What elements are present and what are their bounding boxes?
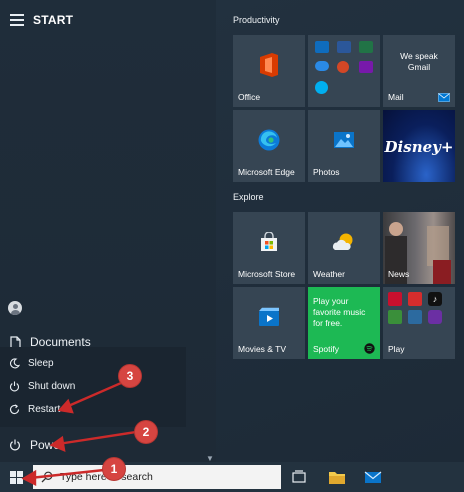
moon-icon (9, 357, 20, 368)
group-title-explore: Explore (233, 192, 264, 202)
skype-icon (315, 81, 328, 94)
powerpoint-icon (337, 61, 349, 73)
mail-promo-text: We speak Gmail (400, 51, 438, 72)
mail-tile[interactable]: We speak Gmail Mail (383, 35, 455, 107)
hamburger-menu-icon[interactable] (10, 14, 24, 26)
weather-label: Weather (313, 269, 345, 279)
news-label: News (388, 269, 410, 279)
office-label: Office (238, 92, 261, 102)
user-account-button[interactable] (0, 298, 216, 318)
movies-tv-tile[interactable]: Movies & TV (233, 287, 305, 359)
edge-tile[interactable]: Microsoft Edge (233, 110, 305, 182)
mail-label: Mail (388, 92, 404, 102)
photos-icon (334, 132, 354, 149)
game-icon-4 (388, 310, 402, 324)
excel-icon (359, 41, 373, 53)
power-icon (9, 381, 19, 391)
group-title-productivity: Productivity (233, 15, 280, 25)
spotify-logo-icon (364, 343, 375, 354)
office-icon (260, 53, 278, 78)
start-button[interactable] (0, 462, 32, 492)
restart-label: Restart (28, 403, 61, 415)
play-label: Play (388, 344, 405, 354)
onedrive-icon (315, 61, 329, 71)
play-folder-tile[interactable]: ♪ Play (383, 287, 455, 359)
shut-down-button[interactable]: Shut down (0, 376, 186, 396)
restart-button[interactable]: Restart (0, 399, 186, 419)
office-apps-folder-tile[interactable] (308, 35, 380, 107)
sleep-label: Sleep (28, 357, 54, 369)
spotify-label: Spotify (313, 344, 339, 354)
movies-tv-label: Movies & TV (238, 344, 287, 354)
shut-down-label: Shut down (28, 380, 76, 392)
photos-label: Photos (313, 167, 340, 177)
file-explorer-icon[interactable] (328, 468, 346, 486)
spotify-tile[interactable]: Play your favorite music for free. Spoti… (308, 287, 380, 359)
photos-tile[interactable]: Photos (308, 110, 380, 182)
restart-icon (9, 403, 19, 414)
power-flyout-menu: Sleep Shut down Restart (0, 347, 186, 427)
weather-tile[interactable]: Weather (308, 212, 380, 284)
spotify-promo-text: Play your favorite music for free. (313, 296, 366, 328)
microsoft-store-label: Microsoft Store (238, 269, 296, 279)
callout-badge-1: 1 (103, 458, 125, 480)
news-tile[interactable]: News (383, 212, 455, 284)
envelope-icon (438, 93, 450, 102)
outlook-icon (315, 41, 329, 53)
weather-sun-cloud-icon (332, 233, 353, 251)
callout-badge-2: 2 (135, 421, 157, 443)
power-button[interactable]: Power (0, 436, 216, 454)
power-icon (10, 439, 20, 451)
tiktok-icon: ♪ (428, 292, 442, 306)
film-clapper-icon (259, 308, 279, 327)
disney-plus-tile[interactable]: Disney+ (383, 110, 455, 182)
edge-icon (258, 129, 280, 151)
power-label: Power (30, 438, 65, 452)
store-bag-icon (261, 232, 277, 252)
onenote-icon (359, 61, 373, 73)
game-icon-1 (388, 292, 402, 306)
disney-plus-logo: Disney+ (384, 138, 454, 156)
start-title: START (33, 13, 74, 27)
word-icon (337, 41, 351, 53)
mail-taskbar-icon[interactable] (364, 468, 382, 486)
game-icon-5 (408, 310, 422, 324)
start-menu-left-rail: START Documents Sleep Shut down Restart … (0, 0, 216, 462)
photo-editor-icon (428, 310, 442, 324)
taskbar: Type here to search (0, 462, 464, 492)
office-tile[interactable]: Office (233, 35, 305, 107)
user-avatar-icon (8, 301, 22, 315)
callout-badge-3: 3 (119, 365, 141, 387)
task-view-icon[interactable] (290, 468, 308, 486)
game-icon-2 (408, 292, 422, 306)
search-icon (41, 471, 53, 483)
windows-logo-icon (9, 470, 23, 484)
sleep-button[interactable]: Sleep (0, 353, 186, 373)
edge-label: Microsoft Edge (238, 167, 295, 177)
microsoft-store-tile[interactable]: Microsoft Store (233, 212, 305, 284)
taskbar-search-box[interactable]: Type here to search (33, 465, 281, 489)
